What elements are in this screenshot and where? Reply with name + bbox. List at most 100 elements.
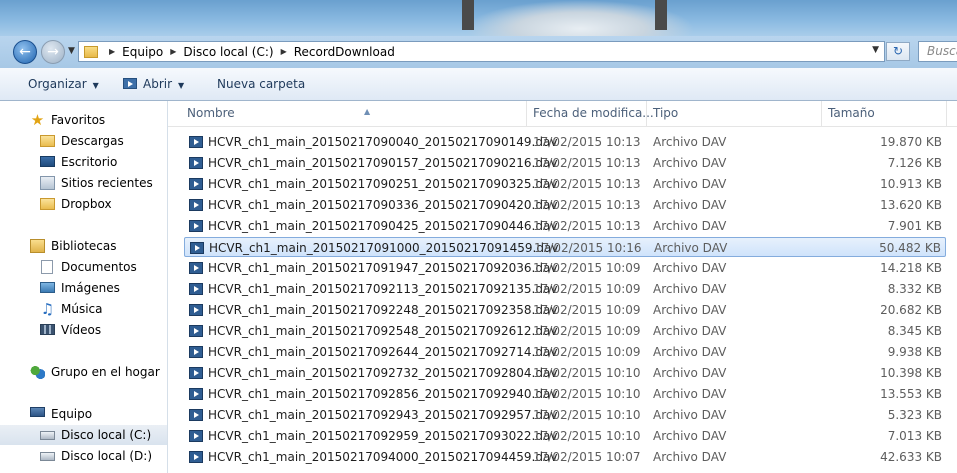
breadcrumb-separator-icon[interactable]: ▶ bbox=[109, 47, 115, 56]
file-type: Archivo DAV bbox=[653, 408, 727, 422]
column-header-size[interactable]: Tamaño bbox=[822, 101, 947, 126]
file-row[interactable]: HCVR_ch1_main_20150217092644_20150217092… bbox=[184, 342, 946, 362]
dav-file-icon bbox=[189, 199, 203, 211]
nav-label: Documentos bbox=[61, 260, 137, 274]
nav-item-favorites[interactable]: ★ Favoritos bbox=[0, 110, 167, 130]
dav-file-icon bbox=[189, 388, 203, 400]
recent-pages-dropdown[interactable]: ▼ bbox=[68, 46, 75, 56]
film-icon bbox=[40, 324, 55, 335]
nav-item-images[interactable]: Imágenes bbox=[0, 278, 167, 298]
address-bar[interactable]: ▶ Equipo ▶ Disco local (C:) ▶ RecordDown… bbox=[78, 41, 885, 62]
file-row[interactable]: HCVR_ch1_main_20150217092943_20150217092… bbox=[184, 405, 946, 425]
file-row[interactable]: HCVR_ch1_main_20150217090336_20150217090… bbox=[184, 195, 946, 215]
file-row[interactable]: HCVR_ch1_main_20150217092856_20150217092… bbox=[184, 384, 946, 404]
nav-label: Disco local (C:) bbox=[61, 428, 152, 442]
file-size: 8.332 KB bbox=[887, 282, 942, 296]
search-input[interactable]: Buscar bbox=[918, 41, 957, 62]
file-row[interactable]: HCVR_ch1_main_20150217092732_20150217092… bbox=[184, 363, 946, 383]
file-type: Archivo DAV bbox=[654, 241, 728, 255]
music-note-icon: ♫ bbox=[40, 300, 55, 318]
address-dropdown-icon[interactable]: ▼ bbox=[872, 45, 879, 55]
chevron-down-icon: ▼ bbox=[178, 81, 185, 90]
file-row[interactable]: HCVR_ch1_main_20150217090251_20150217090… bbox=[184, 174, 946, 194]
file-size: 7.126 KB bbox=[887, 156, 942, 170]
file-size: 20.682 KB bbox=[880, 303, 942, 317]
nav-item-computer[interactable]: Equipo bbox=[0, 404, 167, 424]
file-name: HCVR_ch1_main_20150217092943_20150217092… bbox=[208, 408, 558, 422]
nav-item-music[interactable]: ♫ Música bbox=[0, 299, 167, 319]
file-type: Archivo DAV bbox=[653, 261, 727, 275]
file-row[interactable]: HCVR_ch1_main_20150217090425_20150217090… bbox=[184, 216, 946, 236]
hard-drive-icon bbox=[40, 452, 55, 461]
file-name: HCVR_ch1_main_20150217091947_20150217092… bbox=[208, 261, 558, 275]
nav-label: Escritorio bbox=[61, 155, 118, 169]
breadcrumb-separator-icon[interactable]: ▶ bbox=[281, 47, 287, 56]
desktop-icon bbox=[40, 156, 55, 167]
refresh-button[interactable]: ↻ bbox=[886, 42, 910, 61]
breadcrumb-equipo[interactable]: Equipo bbox=[122, 45, 163, 59]
file-row[interactable]: HCVR_ch1_main_20150217090157_20150217090… bbox=[184, 153, 946, 173]
nav-label: Música bbox=[61, 302, 103, 316]
refresh-icon: ↻ bbox=[892, 44, 904, 58]
file-type: Archivo DAV bbox=[653, 366, 727, 380]
libraries-icon bbox=[30, 239, 45, 253]
file-name: HCVR_ch1_main_20150217090040_20150217090… bbox=[208, 135, 558, 149]
column-header-type[interactable]: Tipo bbox=[647, 101, 822, 126]
folder-icon bbox=[84, 45, 98, 58]
nav-item-recent-places[interactable]: Sitios recientes bbox=[0, 173, 167, 193]
new-folder-button[interactable]: Nueva carpeta bbox=[217, 68, 305, 100]
file-row[interactable]: HCVR_ch1_main_20150217090040_20150217090… bbox=[184, 132, 946, 152]
dav-file-icon bbox=[189, 451, 203, 463]
column-header-date[interactable]: Fecha de modifica... bbox=[527, 101, 654, 126]
file-row[interactable]: HCVR_ch1_main_20150217092959_20150217093… bbox=[184, 426, 946, 446]
file-type: Archivo DAV bbox=[653, 156, 727, 170]
file-date: 17/02/2015 10:09 bbox=[533, 303, 641, 317]
file-name: HCVR_ch1_main_20150217090251_20150217090… bbox=[208, 177, 558, 191]
file-row[interactable]: HCVR_ch1_main_20150217092548_20150217092… bbox=[184, 321, 946, 341]
file-size: 13.620 KB bbox=[880, 198, 942, 212]
dav-file-icon bbox=[189, 409, 203, 421]
file-size: 10.398 KB bbox=[880, 366, 942, 380]
nav-item-desktop[interactable]: Escritorio bbox=[0, 152, 167, 172]
file-date: 17/02/2015 10:10 bbox=[533, 429, 641, 443]
organize-button[interactable]: Organizar ▼ bbox=[28, 68, 99, 100]
column-header-name[interactable]: Nombre ▲ bbox=[181, 101, 527, 126]
file-row[interactable]: HCVR_ch1_main_20150217094000_20150217094… bbox=[184, 447, 946, 467]
nav-item-videos[interactable]: Vídeos bbox=[0, 320, 167, 340]
file-row[interactable]: HCVR_ch1_main_20150217091947_20150217092… bbox=[184, 258, 946, 278]
forward-button[interactable]: → bbox=[41, 40, 65, 64]
nav-item-drive-c[interactable]: Disco local (C:) bbox=[0, 425, 167, 445]
column-header-row: Nombre ▲ Fecha de modifica... Tipo Tamañ… bbox=[168, 101, 957, 127]
file-name: HCVR_ch1_main_20150217092644_20150217092… bbox=[208, 345, 558, 359]
nav-item-homegroup[interactable]: Grupo en el hogar bbox=[0, 362, 167, 382]
file-type: Archivo DAV bbox=[653, 135, 727, 149]
dav-file-icon bbox=[189, 430, 203, 442]
file-date: 17/02/2015 10:09 bbox=[533, 261, 641, 275]
file-type: Archivo DAV bbox=[653, 177, 727, 191]
file-size: 9.938 KB bbox=[887, 345, 942, 359]
breadcrumb-disco-local-c[interactable]: Disco local (C:) bbox=[183, 45, 273, 59]
breadcrumb-separator-icon[interactable]: ▶ bbox=[170, 47, 176, 56]
file-date: 17/02/2015 10:07 bbox=[533, 450, 641, 464]
nav-label: Dropbox bbox=[61, 197, 112, 211]
nav-item-documents[interactable]: Documentos bbox=[0, 257, 167, 277]
nav-item-downloads[interactable]: Descargas bbox=[0, 131, 167, 151]
nav-label: Equipo bbox=[51, 407, 93, 421]
nav-item-drive-d[interactable]: Disco local (D:) bbox=[0, 446, 167, 466]
file-row[interactable]: HCVR_ch1_main_20150217092248_20150217092… bbox=[184, 300, 946, 320]
file-name: HCVR_ch1_main_20150217092248_20150217092… bbox=[208, 303, 558, 317]
file-row[interactable]: HCVR_ch1_main_20150217092113_20150217092… bbox=[184, 279, 946, 299]
open-button[interactable]: Abrir ▼ bbox=[123, 68, 184, 100]
star-icon: ★ bbox=[30, 111, 45, 129]
file-name: HCVR_ch1_main_20150217090157_20150217090… bbox=[208, 156, 558, 170]
file-size: 10.913 KB bbox=[880, 177, 942, 191]
nav-item-dropbox[interactable]: Dropbox bbox=[0, 194, 167, 214]
nav-item-libraries[interactable]: Bibliotecas bbox=[0, 236, 167, 256]
file-date: 17/02/2015 10:10 bbox=[533, 387, 641, 401]
back-button[interactable]: ← bbox=[13, 40, 37, 64]
file-row[interactable]: HCVR_ch1_main_20150217091000_20150217091… bbox=[184, 237, 946, 257]
dav-file-icon bbox=[189, 367, 203, 379]
file-list: Nombre ▲ Fecha de modifica... Tipo Tamañ… bbox=[168, 101, 957, 473]
breadcrumb-recorddownload[interactable]: RecordDownload bbox=[294, 45, 395, 59]
file-name: HCVR_ch1_main_20150217092113_20150217092… bbox=[208, 282, 558, 296]
